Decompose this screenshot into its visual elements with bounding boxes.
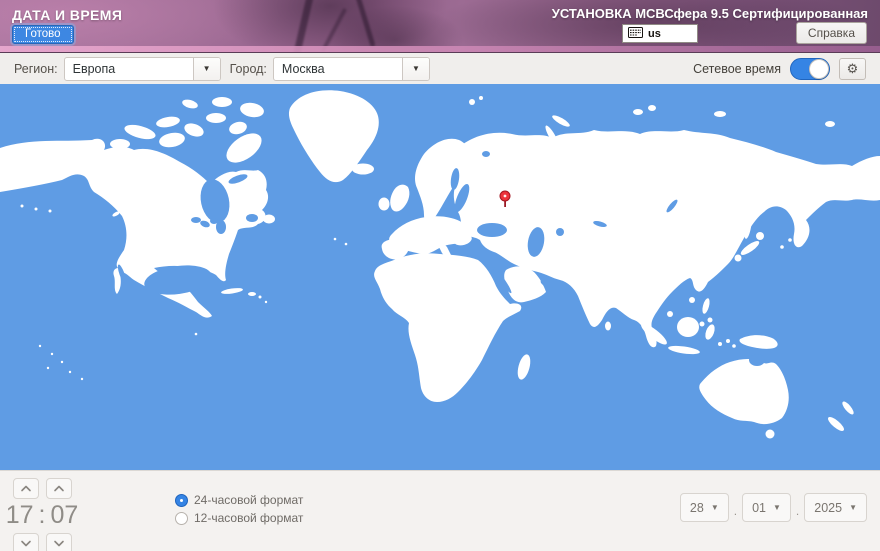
network-time-group: Сетевое время ⚙: [693, 58, 866, 80]
chevron-down-icon[interactable]: ▼: [193, 58, 220, 80]
date-selectors: 28 ▼ . 01 ▼ . 2025 ▼: [680, 493, 867, 522]
chevron-down-icon: ▼: [773, 503, 781, 512]
keyboard-icon: [628, 27, 643, 41]
time-minutes: 07: [50, 501, 78, 530]
datetime-footer: 17 : 07 24-часовой формат 12-часовой фо: [0, 470, 880, 551]
timezone-toolbar: Регион: Европа ▼ Город: Москва ▼ Сетевое…: [0, 53, 880, 84]
install-title: УСТАНОВКА МСВСфера 9.5 Сертифицированная: [552, 6, 868, 21]
gear-icon: ⚙: [847, 61, 859, 77]
keyboard-layout-indicator[interactable]: us: [622, 24, 698, 43]
minutes-down-button[interactable]: [46, 533, 72, 551]
chevron-down-icon[interactable]: ▼: [402, 58, 429, 80]
chevron-down-icon: ▼: [711, 503, 719, 512]
year-dropdown[interactable]: 2025 ▼: [804, 493, 867, 522]
region-label: Регион:: [14, 62, 58, 76]
city-label: Город:: [230, 62, 267, 76]
time-display: 17 : 07: [12, 501, 72, 530]
year-value: 2025: [814, 501, 842, 515]
landmasses[interactable]: [0, 90, 880, 438]
chevron-down-icon: ▼: [849, 503, 857, 512]
minutes-up-button[interactable]: [46, 478, 72, 499]
header-art-pink-strip: [0, 46, 880, 52]
time-separator: :: [39, 501, 46, 530]
world-map[interactable]: [0, 84, 880, 470]
city-combobox[interactable]: Москва ▼: [273, 57, 430, 81]
region-combobox[interactable]: Европа ▼: [64, 57, 221, 81]
day-dropdown[interactable]: 28 ▼: [680, 493, 729, 522]
chevron-up-icon: [20, 485, 32, 492]
month-dropdown[interactable]: 01 ▼: [742, 493, 791, 522]
hours-up-button[interactable]: [13, 478, 39, 499]
date-separator: .: [734, 504, 737, 518]
day-value: 28: [690, 501, 704, 515]
time-format-group: 24-часовой формат 12-часовой формат: [175, 493, 303, 525]
radio-unselected-icon[interactable]: [175, 512, 188, 525]
header-art-stroke: [353, 0, 375, 47]
timezone-map[interactable]: [0, 84, 880, 470]
hours-down-button[interactable]: [13, 533, 39, 551]
city-value[interactable]: Москва: [274, 58, 402, 80]
network-time-label: Сетевое время: [693, 62, 781, 76]
help-button[interactable]: Справка: [796, 22, 867, 44]
month-value: 01: [752, 501, 766, 515]
region-value[interactable]: Европа: [65, 58, 193, 80]
chevron-down-icon: [53, 540, 65, 547]
chevron-up-icon: [53, 485, 65, 492]
toggle-knob[interactable]: [809, 59, 829, 79]
radio-12h-label: 12-часовой формат: [194, 511, 303, 525]
network-time-toggle[interactable]: [790, 58, 830, 80]
date-separator: .: [796, 504, 799, 518]
radio-24h-format[interactable]: 24-часовой формат: [175, 493, 303, 507]
radio-12h-format[interactable]: 12-часовой формат: [175, 511, 303, 525]
keyboard-layout-code: us: [648, 28, 661, 40]
done-button[interactable]: Готово: [12, 25, 74, 44]
ntp-settings-button[interactable]: ⚙: [839, 58, 866, 80]
time-hours: 17: [6, 501, 34, 530]
installer-window: ДАТА И ВРЕМЯ Готово УСТАНОВКА МСВСфера 9…: [0, 0, 880, 551]
header-banner: ДАТА И ВРЕМЯ Готово УСТАНОВКА МСВСфера 9…: [0, 0, 880, 53]
chevron-down-icon: [20, 540, 32, 547]
radio-selected-icon[interactable]: [175, 494, 188, 507]
time-spinner: 17 : 07: [12, 478, 72, 551]
radio-24h-label: 24-часовой формат: [194, 493, 303, 507]
page-title: ДАТА И ВРЕМЯ: [12, 7, 122, 23]
